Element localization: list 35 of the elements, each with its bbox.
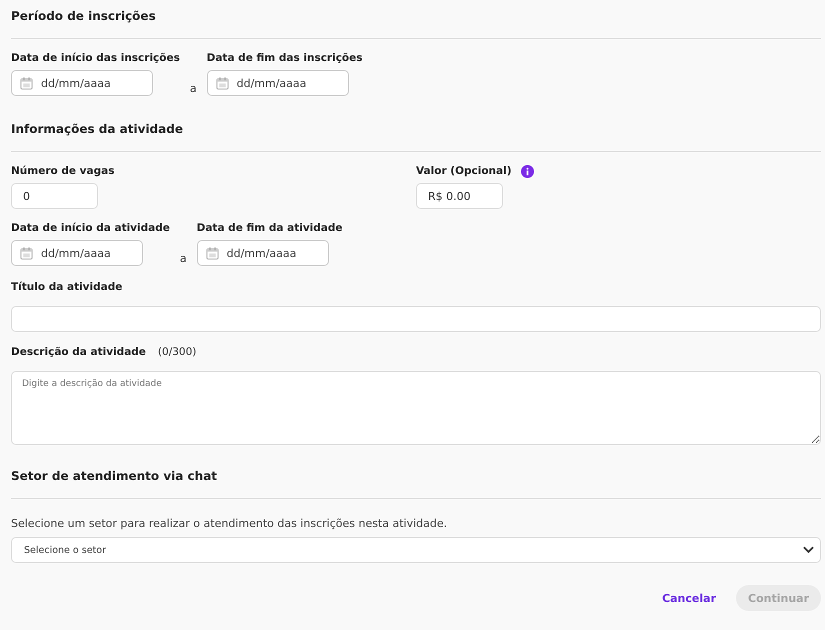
date-placeholder: dd/mm/aaaa <box>236 76 306 90</box>
separator-text: a <box>180 252 187 266</box>
hint-text: Selecione um setor para realizar o atendimento das inscrições nesta atividade. <box>11 517 448 531</box>
calendar-icon <box>20 76 33 90</box>
section-heading: Período de inscrições <box>11 8 157 24</box>
date-placeholder: dd/mm/aaaa <box>41 76 111 90</box>
field-label: Descrição da atividade <box>11 345 146 359</box>
separator-text: a <box>190 82 197 96</box>
number-field[interactable]: 0 <box>11 183 98 209</box>
info-icon[interactable] <box>520 164 534 178</box>
description-field[interactable]: Digite a descrição da atividade <box>11 371 821 445</box>
field-label: Data de início da atividade <box>11 221 170 235</box>
field-label: Data de fim da atividade <box>196 221 343 235</box>
field-label: Data de início das inscrições <box>11 51 180 65</box>
field-label: Data de fim das inscrições <box>206 51 362 65</box>
field-label: Valor (Opcional) <box>416 164 512 178</box>
cancel-link[interactable]: Cancelar <box>656 590 722 606</box>
date-field[interactable]: dd/mm/aaaa <box>196 240 329 266</box>
date-field[interactable]: dd/mm/aaaa <box>206 70 349 96</box>
title-field[interactable] <box>11 306 821 332</box>
date-field[interactable]: dd/mm/aaaa <box>11 70 153 96</box>
section-heading: Setor de atendimento via chat <box>11 468 218 484</box>
field-label: Título da atividade <box>11 280 124 294</box>
section-heading: Informações da atividade <box>11 121 184 137</box>
field-label: Número de vagas <box>11 164 116 178</box>
date-field[interactable]: dd/mm/aaaa <box>11 240 143 266</box>
date-placeholder: dd/mm/aaaa <box>226 246 296 260</box>
date-placeholder: dd/mm/aaaa <box>41 246 111 260</box>
chevron-icon <box>803 546 814 554</box>
character-counter: (0/300) <box>158 346 196 358</box>
calendar-icon <box>206 246 219 260</box>
calendar-icon <box>216 76 229 90</box>
price-field[interactable]: R$ 0.00 <box>416 183 503 209</box>
calendar-icon <box>20 246 33 260</box>
sector-dropdown[interactable]: Selecione o setor <box>11 537 821 563</box>
